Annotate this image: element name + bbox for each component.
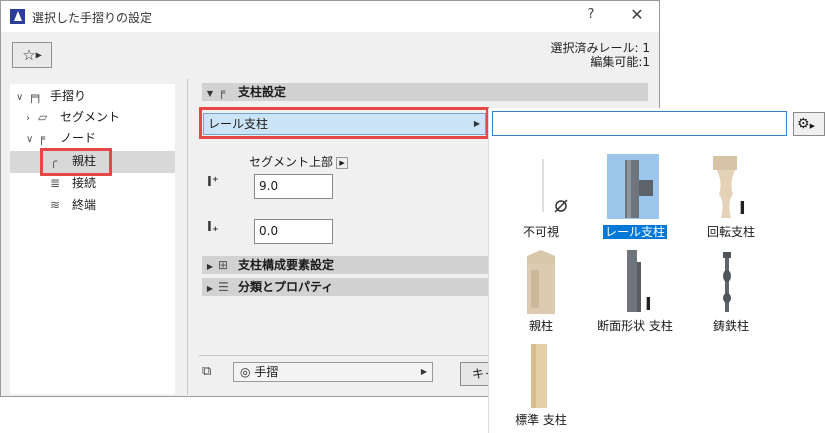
tile-turned-post[interactable]: I 回転支柱 [683, 154, 779, 240]
chevron-down-icon[interactable]: ∨ [26, 129, 38, 150]
chevron-right-icon: ▶ [809, 122, 815, 130]
highlight-post-type [199, 107, 489, 139]
tile-newel-post[interactable]: 親柱 [493, 248, 589, 334]
svg-text:I: I [739, 198, 746, 219]
popup-options-button[interactable]: ⚙▶ [793, 112, 825, 136]
tile-invisible-post[interactable]: 不可視 [493, 154, 589, 240]
settings-tree: ∨ ╒╕ 手摺り › ▱ セグメント ∨ ╒ ノード ╭ 親柱 ≣ 接続 ≋ 終端 [10, 84, 175, 394]
node-icon: ╒ [38, 131, 46, 145]
classification-header[interactable]: ▶ ☰ 分類とプロパティ [202, 278, 489, 296]
selected-rails-count: 選択済みレール: 1 [550, 41, 651, 55]
chevron-down-icon[interactable]: ▼ [202, 85, 218, 103]
tree-item-end[interactable]: ≋ 終端 [50, 195, 96, 216]
help-button[interactable]: ? [581, 7, 601, 27]
height-dimension-icon: Ⅰ⁺ [207, 175, 219, 190]
post-type-popup: 不可視 レール支柱 I 回転支柱 親柱 I 断面形状 支柱 鋳鉄柱 標準 支柱 [488, 108, 825, 433]
chevron-down-icon[interactable]: ∨ [16, 87, 28, 108]
components-icon: ⊞ [218, 258, 229, 272]
tile-profile-post[interactable]: I 断面形状 支柱 [587, 248, 683, 334]
chevron-right-icon: ▶ [35, 50, 42, 60]
standard-post-icon [531, 344, 547, 408]
tree-item-node[interactable]: ∨ ╒ ノード [26, 128, 96, 149]
close-button[interactable]: ✕ [625, 5, 649, 27]
chevron-right-icon[interactable]: ▶ [202, 280, 218, 298]
tile-rail-post[interactable]: レール支柱 [587, 154, 683, 240]
segment-top-label: セグメント上部 ▶ [249, 153, 349, 170]
chevron-right-icon[interactable]: ▶ [202, 258, 218, 276]
post-icon: ╒ [218, 85, 226, 99]
svg-text:I: I [645, 294, 652, 314]
panel-divider [187, 79, 188, 395]
tile-standard-post[interactable]: 標準 支柱 [493, 342, 589, 428]
title-bar: 選択した手摺りの設定 ? ✕ [1, 1, 659, 32]
post-height-field[interactable]: 9.0 [254, 174, 333, 199]
post-search-input[interactable] [492, 111, 787, 136]
star-icon: ☆ [22, 46, 36, 64]
tile-cast-iron-post[interactable]: 鋳鉄柱 [683, 248, 779, 334]
editable-count: 編集可能:1 [590, 55, 650, 69]
newel-post-icon [527, 250, 555, 314]
layer-icon: ⧉ [202, 364, 212, 379]
end-icon: ≋ [50, 198, 61, 212]
bottom-separator [199, 355, 489, 356]
cast-iron-post-icon [723, 252, 731, 312]
highlight-newel-post [40, 148, 112, 176]
turned-post-icon: I [713, 156, 746, 219]
offset-dimension-icon: Ⅰ₊ [207, 220, 219, 235]
layer-select[interactable]: ◎ 手摺 ▶ [233, 362, 433, 382]
chevron-right-icon[interactable]: › [26, 108, 38, 129]
app-icon [10, 9, 25, 24]
chevron-right-icon[interactable]: ▶ [336, 156, 349, 169]
connection-icon: ≣ [50, 176, 61, 190]
eye-icon: ◎ [240, 365, 251, 379]
segment-icon: ▱ [38, 110, 48, 124]
railing-icon: ╒╕ [28, 89, 43, 103]
gear-icon: ⚙ [797, 116, 810, 132]
tree-item-segment[interactable]: › ▱ セグメント [26, 107, 120, 128]
chevron-right-icon: ▶ [420, 367, 427, 376]
selection-info: 選択済みレール: 1 編集可能:1 [551, 41, 651, 69]
window-title: 選択した手摺りの設定 [32, 11, 153, 25]
post-offset-field[interactable]: 0.0 [254, 219, 333, 244]
document-icon: ☰ [218, 280, 229, 294]
favorites-button[interactable]: ☆▶ [12, 42, 52, 68]
post-settings-header[interactable]: ▼ ╒ 支柱設定 [202, 83, 648, 101]
rail-post-icon [625, 160, 653, 218]
tree-item-connection[interactable]: ≣ 接続 [50, 173, 96, 194]
tree-item-railing[interactable]: ∨ ╒╕ 手摺り [16, 86, 86, 107]
invisible-post-icon [542, 159, 568, 213]
post-components-header[interactable]: ▶ ⊞ 支柱構成要素設定 [202, 256, 489, 274]
profile-post-icon: I [627, 250, 652, 314]
